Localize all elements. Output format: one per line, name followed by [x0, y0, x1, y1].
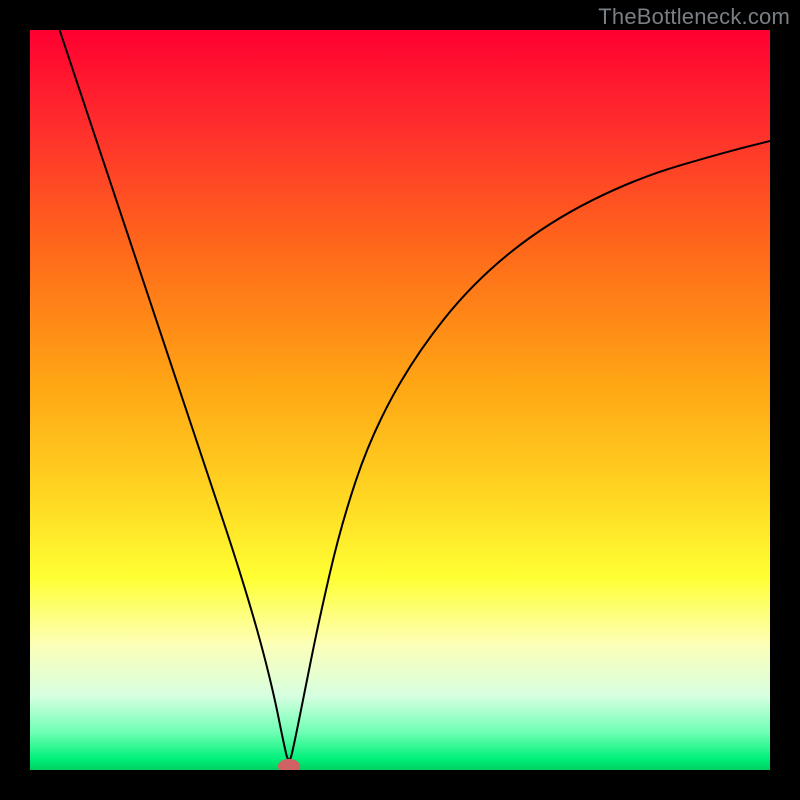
bottleneck-chart	[30, 30, 770, 770]
plot-area	[30, 30, 770, 770]
chart-frame: { "watermark": "TheBottleneck.com", "col…	[0, 0, 800, 800]
watermark-text: TheBottleneck.com	[598, 4, 790, 30]
gradient-background	[30, 30, 770, 770]
